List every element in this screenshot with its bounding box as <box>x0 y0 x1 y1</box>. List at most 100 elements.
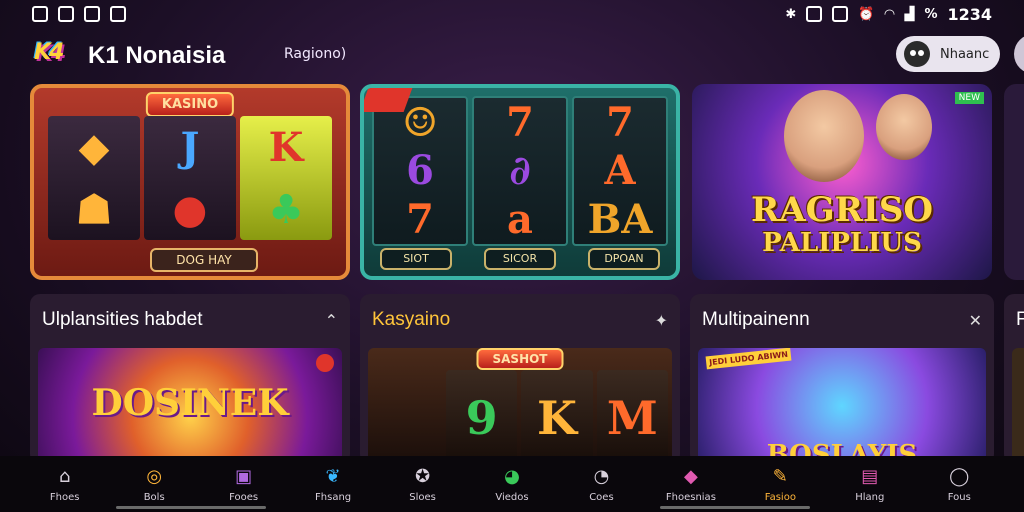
nav-item-fhoesnias[interactable]: ◆ Fhoesnias <box>651 466 731 503</box>
banner-peek[interactable] <box>1004 84 1024 280</box>
app-header: K4 K1 Nonaisia Ragiono) Nhaanc <box>0 30 1024 80</box>
home-indicator[interactable] <box>660 506 810 509</box>
home-icon: ⌂ <box>59 466 71 487</box>
reel-symbol: K <box>521 370 593 464</box>
section-panel: Multipainenn ✕ JEDI LUDO ABIWN BOSLAYIS <box>690 294 994 464</box>
slot-button[interactable]: DPOAN <box>588 248 660 270</box>
cube-icon: ◆ <box>683 466 698 487</box>
nav-item-fooes[interactable]: ▣ Fooes <box>204 466 284 503</box>
sim-icon <box>32 6 48 22</box>
promo-banner[interactable]: NEW RAGRISO PALIPLIUS <box>692 84 992 280</box>
reel-symbol: a <box>507 196 533 244</box>
nav-label: Fhoesnias <box>665 491 716 503</box>
reel-2: 7 ∂ a <box>472 96 568 246</box>
nav-item-home[interactable]: ⌂ Fhoes <box>25 466 105 503</box>
nav-label: Sloes <box>409 491 436 503</box>
message-icon <box>110 6 126 22</box>
nav-label: Fasioo <box>764 491 796 503</box>
menu-button[interactable] <box>1014 34 1024 74</box>
section-header: Kasyaino ✦ <box>360 294 680 346</box>
book-icon: ▣ <box>235 466 253 487</box>
screen-record-icon <box>58 6 74 22</box>
app-logo[interactable]: K4 <box>34 40 64 65</box>
slot-button[interactable]: SIOT <box>380 248 452 270</box>
reel-symbol: ∂ <box>509 147 531 195</box>
promo-flag: NEW <box>954 92 984 104</box>
profile-label: Nhaanc <box>940 46 990 62</box>
reel-symbol: BA <box>587 196 653 244</box>
nav-item-sloes[interactable]: ✪ Sloes <box>383 466 463 503</box>
slot-banner[interactable]: ☺ 6 7 7 ∂ a 7 A BA SIOT SICOR DPOAN <box>360 84 680 280</box>
nav-item-bols[interactable]: ◎ Bols <box>114 466 194 503</box>
game-thumbnail[interactable]: SASHOT 9 K M <box>368 348 672 464</box>
profile-button[interactable]: Nhaanc <box>896 36 1000 72</box>
flag-icon <box>84 6 100 22</box>
slot-button[interactable]: SICOR <box>484 248 556 270</box>
badge-icon <box>316 354 334 372</box>
kasino-play-button[interactable]: DOG HAY <box>150 248 258 272</box>
section-panel-peek: F <box>1004 294 1024 464</box>
section-title: Kasyaino <box>372 309 451 330</box>
character-illustration <box>876 94 932 160</box>
star-icon: ✪ <box>414 466 431 487</box>
chat-icon: ◯ <box>949 466 970 487</box>
signal-icon: ▟ <box>904 6 915 22</box>
nfc-icon <box>806 6 823 22</box>
status-left <box>32 6 126 22</box>
nav-item-fasioo[interactable]: ✎ Fasioo <box>740 466 820 509</box>
nav-item-coes[interactable]: ◔ Coes <box>561 466 641 503</box>
nav-label: Fous <box>947 491 971 503</box>
reel-3: K ♣ <box>240 116 332 240</box>
kasino-reels: ◆ ☗ J ● K ♣ <box>48 116 332 240</box>
reel-symbol: 7 <box>606 98 634 146</box>
section-panel: Kasyaino ✦ SASHOT 9 K M <box>360 294 680 464</box>
wifi-icon: ◠ <box>884 6 895 22</box>
nav-item-fhsang[interactable]: ❦ Fhsang <box>293 466 373 503</box>
home-indicator[interactable] <box>116 506 266 509</box>
chest-icon: ▤ <box>861 466 879 487</box>
nav-item-fous[interactable]: ◯ Fous <box>919 466 999 503</box>
section-title: Ulplansities habdet <box>42 309 203 330</box>
leaf-icon: ❦ <box>325 466 341 487</box>
vibrate-icon <box>832 6 849 22</box>
character-illustration <box>784 90 864 182</box>
region-link[interactable]: Ragiono) <box>284 46 346 62</box>
section-header: Ulplansities habdet ⌃ <box>30 294 350 346</box>
reel-1: ◆ ☗ <box>48 116 140 240</box>
sparkle-icon[interactable]: ✦ <box>655 311 668 330</box>
reel-symbol: J <box>180 123 200 171</box>
reel-symbol: ♣ <box>268 185 304 233</box>
kasino-plate: KASINO <box>145 92 235 117</box>
ribbon-decoration <box>364 88 413 112</box>
collapse-icon[interactable]: ⌃ <box>325 311 338 330</box>
ring-icon: ◎ <box>146 466 163 487</box>
reel-symbol: ☗ <box>76 185 112 233</box>
pie-icon: ◕ <box>504 466 520 487</box>
close-icon[interactable]: ✕ <box>969 311 982 330</box>
reel-symbol: 7 <box>506 98 534 146</box>
clock: 1234 <box>947 4 992 24</box>
game-thumbnail[interactable]: JEDI LUDO ABIWN BOSLAYIS <box>698 348 986 464</box>
kasino-banner[interactable]: KASINO ◆ ☗ J ● K ♣ DOG HAY <box>30 84 350 280</box>
status-right: ✱ ⏰ ◠ ▟ % 1234 <box>785 5 992 24</box>
game-thumbnail[interactable] <box>1012 348 1024 464</box>
section-title: F <box>1016 309 1024 330</box>
slot-reels: ☺ 6 7 7 ∂ a 7 A BA <box>372 96 668 246</box>
nav-item-hlang[interactable]: ▤ Hlang <box>830 466 910 503</box>
game-thumbnail[interactable]: DOSINEK <box>38 348 342 464</box>
reel-symbol: 9 <box>446 370 518 464</box>
section-panel: Ulplansities habdet ⌃ DOSINEK <box>30 294 350 464</box>
app-title: K1 Nonaisia <box>88 42 226 69</box>
status-bar: ✱ ⏰ ◠ ▟ % 1234 <box>0 0 1024 28</box>
alarm-icon: ⏰ <box>858 6 875 22</box>
thumbnail-title: DOSINEK <box>91 382 289 424</box>
bottom-nav: ⌂ Fhoes ◎ Bols ▣ Fooes ❦ Fhsang ✪ Sloes … <box>0 456 1024 512</box>
section-header: F <box>1004 294 1024 346</box>
nav-item-viedos[interactable]: ◕ Viedos <box>472 466 552 503</box>
bluetooth-icon: ✱ <box>785 6 797 22</box>
avatar-icon <box>904 41 930 67</box>
reel-symbol: 7 <box>406 196 434 244</box>
promo-title: RAGRISO <box>750 190 933 230</box>
section-header: Multipainenn ✕ <box>690 294 994 346</box>
nav-label: Fooes <box>229 491 259 503</box>
